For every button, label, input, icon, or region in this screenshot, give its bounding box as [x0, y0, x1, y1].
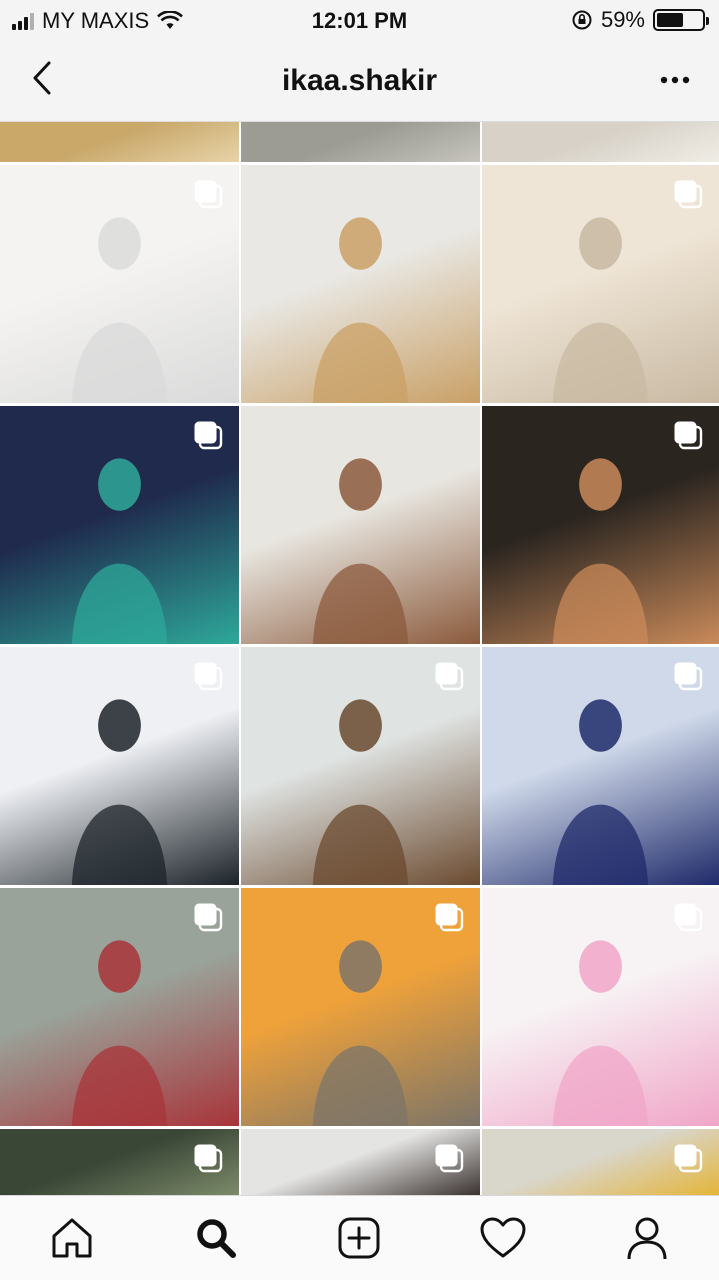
new-post-icon: [338, 1217, 380, 1259]
nav-search[interactable]: [144, 1196, 288, 1280]
nav-home[interactable]: [0, 1196, 144, 1280]
post-thumbnail[interactable]: [241, 122, 480, 162]
profile-header: ikaa.shakir: [0, 40, 719, 122]
post-thumbnail[interactable]: [241, 165, 480, 403]
photo-subject: [312, 458, 409, 644]
profile-icon: [627, 1217, 667, 1260]
activity-heart-icon: [480, 1217, 526, 1258]
post-thumbnail[interactable]: [241, 888, 480, 1126]
multiple-photos-icon: [194, 421, 223, 450]
photo-grid: [0, 122, 719, 1195]
post-thumbnail[interactable]: [0, 406, 239, 644]
photo-subject: [312, 217, 409, 403]
post-thumbnail[interactable]: [241, 406, 480, 644]
post-thumbnail[interactable]: [241, 647, 480, 885]
post-thumbnail[interactable]: [0, 122, 239, 162]
more-options-button[interactable]: [653, 62, 697, 98]
multiple-photos-icon: [674, 421, 703, 450]
post-thumbnail[interactable]: [241, 1129, 480, 1195]
page-title: ikaa.shakir: [281, 64, 438, 97]
orientation-lock-icon: [572, 10, 592, 30]
nav-new-post[interactable]: [288, 1196, 432, 1280]
multiple-photos-icon: [194, 180, 223, 209]
post-thumbnail[interactable]: [482, 647, 719, 885]
status-bar: MY MAXIS 12:01 PM 59%: [0, 0, 719, 40]
more-dots-icon: [660, 76, 690, 84]
bottom-nav: [0, 1195, 719, 1280]
post-thumbnail[interactable]: [482, 122, 719, 162]
post-thumbnail[interactable]: [0, 888, 239, 1126]
multiple-photos-icon: [194, 1144, 223, 1173]
multiple-photos-icon: [674, 662, 703, 691]
post-thumbnail[interactable]: [482, 888, 719, 1126]
multiple-photos-icon: [194, 903, 223, 932]
post-thumbnail[interactable]: [0, 165, 239, 403]
battery-percent: 59%: [600, 7, 645, 32]
battery-icon: [653, 9, 709, 31]
nav-activity[interactable]: [431, 1196, 575, 1280]
multiple-photos-icon: [435, 662, 464, 691]
home-icon: [52, 1218, 92, 1258]
multiple-photos-icon: [435, 903, 464, 932]
post-thumbnail[interactable]: [0, 1129, 239, 1195]
multiple-photos-icon: [194, 662, 223, 691]
nav-profile[interactable]: [575, 1196, 719, 1280]
multiple-photos-icon: [674, 1144, 703, 1173]
post-thumbnail[interactable]: [482, 406, 719, 644]
status-right: 59%: [571, 7, 709, 33]
post-thumbnail[interactable]: [0, 647, 239, 885]
multiple-photos-icon: [435, 1144, 464, 1173]
multiple-photos-icon: [674, 903, 703, 932]
multiple-photos-icon: [674, 180, 703, 209]
post-thumbnail[interactable]: [482, 1129, 719, 1195]
post-thumbnail[interactable]: [482, 165, 719, 403]
search-icon: [196, 1219, 236, 1258]
